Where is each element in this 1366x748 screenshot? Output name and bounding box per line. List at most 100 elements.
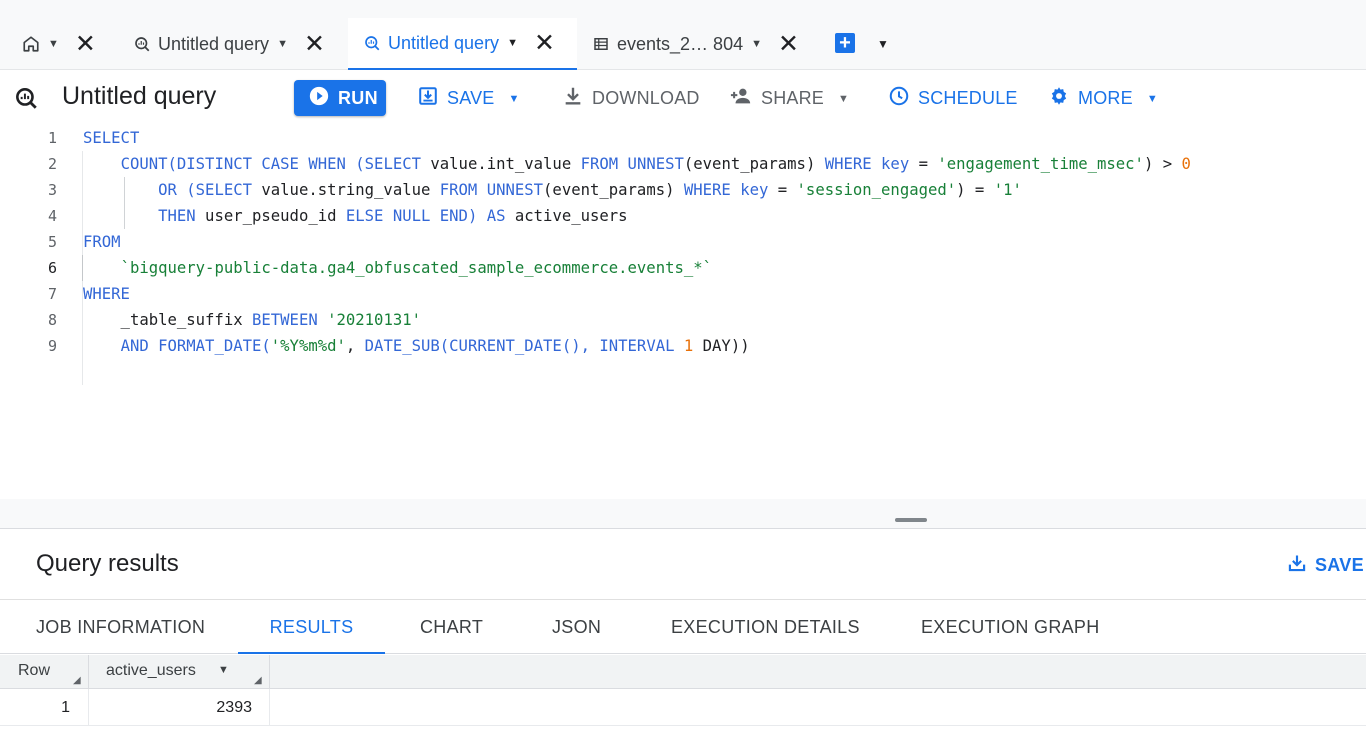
results-tabs: JOB INFORMATION RESULTS CHART JSON EXECU… [0,599,1366,654]
query-title: Untitled query [62,82,217,110]
clock-icon [888,85,910,112]
code-token: active_users [505,207,628,225]
code-token: FROM UNNEST [580,155,684,173]
code-token: ) > [1143,155,1182,173]
code-line: WHERE [83,281,130,307]
tab-results[interactable]: RESULTS [238,600,385,654]
save-button[interactable]: SAVE ▼ [417,85,520,112]
share-button[interactable]: SHARE ▼ [729,85,849,112]
tab-untitled-query-active[interactable]: Untitled query ▼ ✕ [348,18,577,70]
column-resize-icon[interactable]: ◢ [73,675,81,686]
add-tab-icon[interactable]: + [835,33,855,53]
column-divider [88,655,89,689]
caret-down-icon[interactable]: ▼ [48,38,59,50]
code-line: THEN user_pseudo_id ELSE NULL END) AS ac… [83,203,628,229]
code-token: 0 [1181,155,1191,173]
code-token: WHERE [83,285,130,303]
code-token: (event_params) [683,155,825,173]
code-token: user_pseudo_id [195,207,346,225]
table-row: 1 2393 [0,689,1366,726]
line-number: 6 [47,259,57,277]
sql-editor[interactable]: 1 SELECT 2 COUNT(DISTINCT CASE WHEN (SELEC… [0,125,1366,528]
run-button[interactable]: RUN [294,80,386,116]
caret-down-icon[interactable]: ▼ [277,38,288,50]
code-token: '20210131' [327,311,421,329]
code-token: AND FORMAT_DATE( [120,337,271,355]
code-token: DATE_SUB(CURRENT_DATE(), INTERVAL [364,337,675,355]
download-label: DOWNLOAD [592,88,700,108]
code-line: `bigquery-public-data.ga4_obfuscated_sam… [83,255,712,281]
save-results-label: SAVE [1315,555,1364,575]
add-person-icon [729,85,753,112]
tab-untitled-query-1[interactable]: Untitled query ▼ ✕ [133,18,325,70]
code-token: , [345,337,365,355]
schedule-button[interactable]: SCHEDULE [888,85,1018,112]
tab-events-table[interactable]: events_2… 804 ▼ ✕ [592,18,799,70]
close-icon[interactable]: ✕ [75,31,96,57]
tab-strip: ▼ ✕ Untitled query ▼ ✕ Untitled query ▼ … [0,0,1366,70]
tab-label: events_2… 804 [617,33,744,54]
code-token: AS [486,207,506,225]
editor-resize-bar[interactable] [0,499,1366,529]
line-number: 2 [47,155,57,173]
query-toolbar: Untitled query RUN SAVE ▼ DOWNLOAD SHARE… [0,71,1366,125]
query-icon [13,85,39,116]
save-results-button[interactable]: SAVE [1287,553,1364,578]
code-token: (SELECT [355,155,421,173]
line-number: 3 [47,181,57,199]
play-icon [308,85,330,112]
close-icon[interactable]: ✕ [534,30,555,56]
caret-down-icon: ▼ [838,92,850,105]
close-icon[interactable]: ✕ [778,31,799,57]
download-button[interactable]: DOWNLOAD [562,85,700,112]
close-icon[interactable]: ✕ [304,31,325,57]
column-resize-icon[interactable]: ◢ [254,675,262,686]
column-divider [269,655,270,689]
code-token: FROM [83,233,121,251]
results-grid-header: Row ◢ active_users ▼ ◢ [0,655,1366,689]
code-token: '%Y%m%d' [270,337,346,355]
tab-json[interactable]: JSON [552,600,601,654]
sort-caret-icon[interactable]: ▼ [218,655,229,689]
results-header: Query results SAVE [0,529,1366,599]
code-token: value.int_value [421,155,581,173]
column-header-row: Row [18,662,51,679]
more-button[interactable]: MORE ▼ [1048,85,1158,112]
code-token: SELECT [83,129,140,147]
schedule-label: SCHEDULE [918,88,1018,108]
caret-down-icon[interactable]: ▼ [507,37,518,49]
code-line: _table_suffix BETWEEN '20210131' [83,307,421,333]
download-icon [562,85,584,112]
code-token: = [909,155,938,173]
home-icon [22,35,40,53]
line-number: 7 [47,285,57,303]
line-number: 5 [47,233,57,251]
tab-home[interactable]: ▼ ✕ [22,18,96,70]
tab-execution-details[interactable]: EXECUTION DETAILS [671,600,860,654]
run-label: RUN [338,87,378,108]
caret-down-icon[interactable]: ▼ [751,38,762,50]
code-token: 'session_engaged' [796,181,957,199]
drag-handle-icon[interactable] [895,518,927,522]
column-header-active-users[interactable]: active_users [106,655,196,689]
tab-execution-graph[interactable]: EXECUTION GRAPH [921,600,1100,654]
caret-down-icon[interactable]: ▼ [877,37,889,51]
column-divider [269,689,270,726]
code-token: (event_params) [543,181,684,199]
code-token: WHERE key [824,155,910,173]
table-icon [592,35,610,53]
save-icon [1287,553,1307,578]
code-token: OR [158,181,177,199]
code-line: SELECT [83,125,139,151]
code-line: OR (SELECT value.string_value FROM UNNES… [83,177,1022,203]
tab-chart[interactable]: CHART [420,600,483,654]
code-token: THEN [158,207,196,225]
code-token: FROM UNNEST [439,181,544,199]
tab-job-information[interactable]: JOB INFORMATION [36,600,205,654]
code-token: value.string_value [252,181,440,199]
